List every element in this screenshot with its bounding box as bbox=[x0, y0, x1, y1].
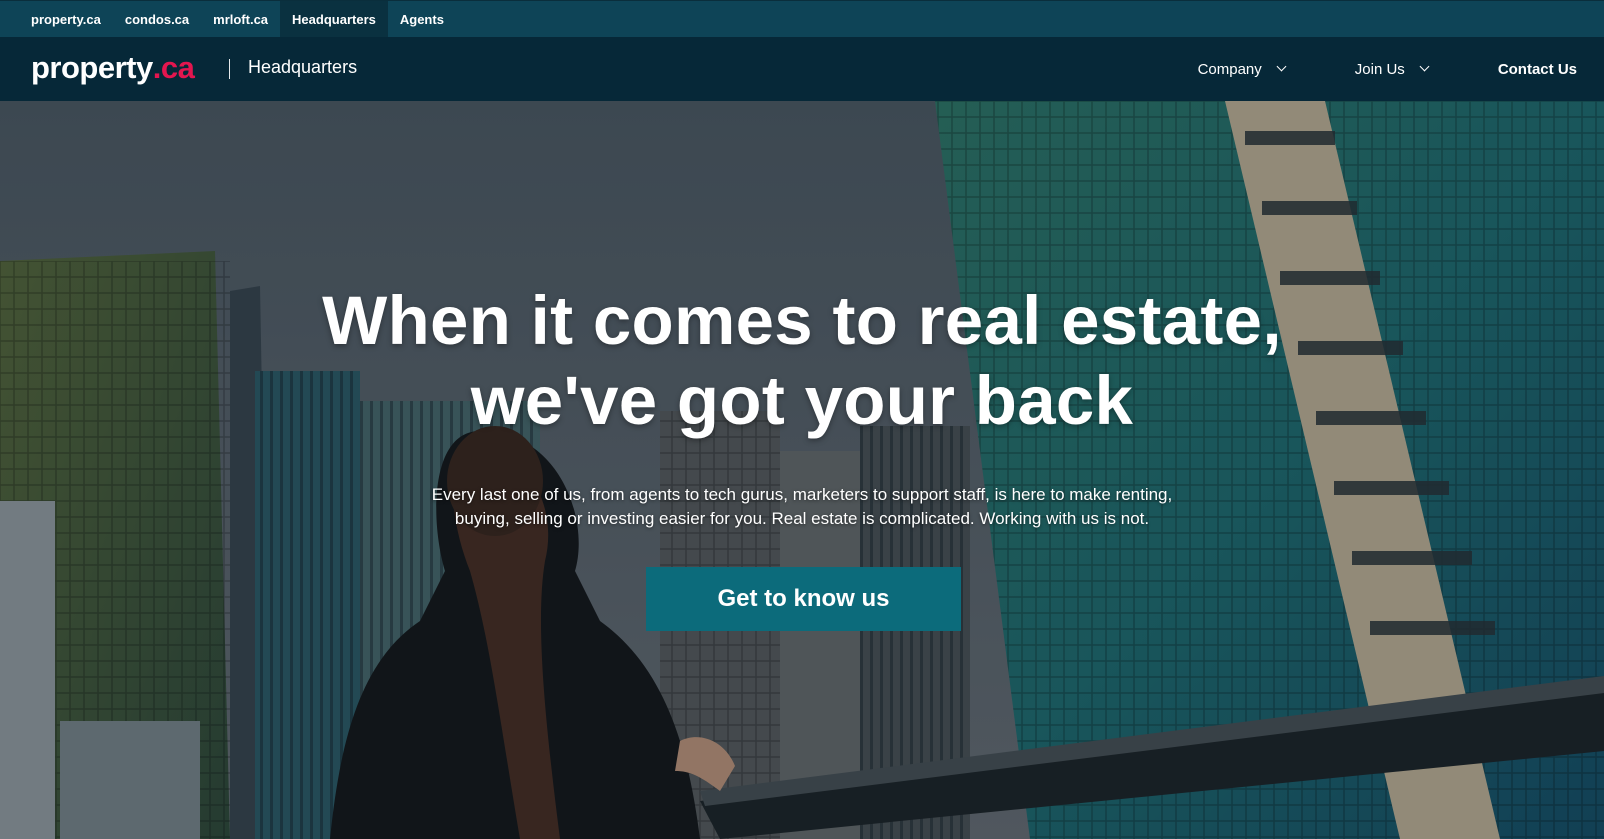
nav-company-menu[interactable]: Company bbox=[1197, 60, 1287, 78]
get-to-know-us-button[interactable]: Get to know us bbox=[646, 567, 961, 631]
hero-subtext-line-2: buying, selling or investing easier for … bbox=[454, 509, 1150, 528]
hero-headline-line-2: we've got your back bbox=[470, 362, 1134, 439]
nav-join-label: Join Us bbox=[1354, 60, 1405, 78]
logo-suffix: .ca bbox=[152, 50, 195, 85]
network-bar: property.ca condos.ca mrloft.ca Headquar… bbox=[0, 0, 1604, 37]
primary-nav: Company Join Us Contact Us bbox=[1128, 37, 1577, 101]
main-header: property .ca Headquarters Company Join Us… bbox=[0, 37, 1604, 101]
hero-section: When it comes to real estate, we've got … bbox=[0, 101, 1604, 839]
hero-headline-line-1: When it comes to real estate, bbox=[322, 282, 1282, 359]
section-title: Headquarters bbox=[248, 57, 358, 77]
hero-subtext: Every last one of us, from agents to tec… bbox=[402, 483, 1202, 531]
logo-divider bbox=[229, 59, 230, 79]
hero-headline: When it comes to real estate, we've got … bbox=[0, 281, 1604, 441]
network-link-agents[interactable]: Agents bbox=[388, 1, 456, 37]
nav-join-menu[interactable]: Join Us bbox=[1354, 60, 1430, 78]
network-link-mrloft[interactable]: mrloft.ca bbox=[201, 1, 280, 37]
hero-overlay bbox=[0, 101, 1604, 839]
chevron-down-icon bbox=[1419, 61, 1430, 72]
network-link-headquarters[interactable]: Headquarters bbox=[280, 1, 388, 37]
hero-subtext-line-1: Every last one of us, from agents to tec… bbox=[431, 485, 1173, 504]
nav-company-label: Company bbox=[1197, 60, 1262, 78]
logo-wordmark: property bbox=[31, 50, 153, 85]
chevron-down-icon bbox=[1276, 61, 1287, 72]
nav-contact-link[interactable]: Contact Us bbox=[1498, 61, 1577, 78]
site-logo[interactable]: property .ca bbox=[31, 50, 195, 86]
network-link-condos[interactable]: condos.ca bbox=[113, 1, 201, 37]
network-link-property[interactable]: property.ca bbox=[19, 1, 113, 37]
